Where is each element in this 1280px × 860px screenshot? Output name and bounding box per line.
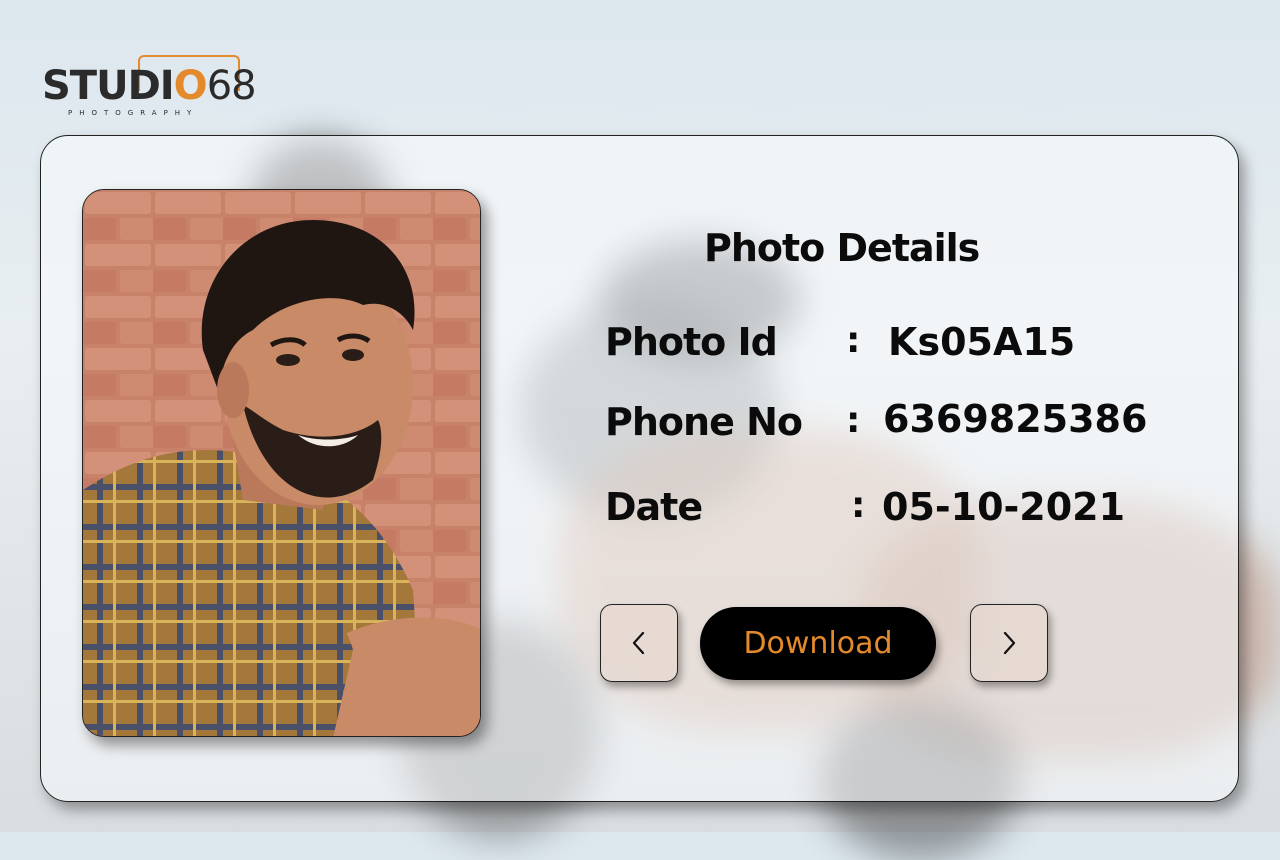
- previous-photo-button[interactable]: [600, 604, 678, 682]
- photo-id-separator: :: [846, 320, 861, 361]
- photo-id-value: Ks05A15: [888, 320, 1076, 364]
- logo-wordmark: STUDIO68: [42, 63, 257, 109]
- phone-no-value: 6369825386: [883, 397, 1148, 441]
- logo-tagline: PHOTOGRAPHY: [68, 109, 199, 117]
- date-separator: :: [851, 485, 866, 526]
- phone-no-separator: :: [846, 400, 861, 441]
- download-button[interactable]: Download: [700, 607, 936, 680]
- customer-photo: [82, 189, 481, 737]
- photo-details-title: Photo Details: [704, 226, 980, 270]
- studio-logo[interactable]: STUDIO68 PHOTOGRAPHY: [42, 52, 262, 122]
- phone-no-label: Phone No: [605, 400, 803, 444]
- photo-id-label: Photo Id: [605, 320, 778, 364]
- date-label: Date: [605, 485, 703, 529]
- chevron-left-icon: [632, 631, 645, 655]
- next-photo-button[interactable]: [970, 604, 1048, 682]
- date-value: 05-10-2021: [882, 485, 1126, 529]
- chevron-right-icon: [1003, 631, 1016, 655]
